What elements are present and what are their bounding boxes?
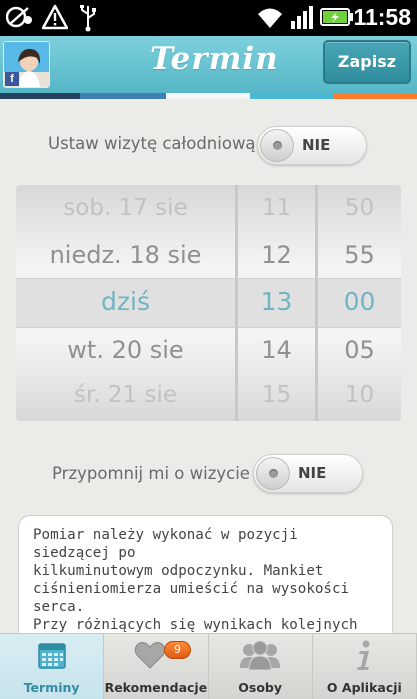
recommendations-count-badge: 9 — [164, 641, 191, 659]
tab-o-aplikacji[interactable]: O Aplikacji — [313, 634, 417, 699]
minute-option[interactable]: 55 — [318, 241, 401, 269]
tab-label: Osoby — [238, 680, 282, 695]
hour-option[interactable]: 14 — [238, 336, 315, 364]
tab-label: Rekomendacje — [104, 680, 208, 695]
usb-icon — [80, 5, 96, 32]
signal-icon — [291, 6, 313, 29]
hour-option[interactable]: 11 — [238, 195, 315, 221]
battery-charging-icon — [320, 8, 353, 26]
appointment-form: Ustaw wizytę całodniową NIE sob. 17 sie … — [0, 99, 417, 651]
notification-icon — [6, 6, 32, 28]
tab-label: Terminy — [23, 680, 80, 695]
info-icon — [357, 640, 370, 670]
note-textarea[interactable]: Pomiar należy wykonać w pozycji siedzące… — [18, 515, 393, 651]
app-title: Termin — [150, 41, 279, 77]
wifi-icon — [258, 8, 282, 28]
reminder-label: Przypomnij mi o wizycie — [52, 464, 250, 483]
tab-osoby[interactable]: Osoby — [209, 634, 313, 699]
selection-band — [16, 278, 401, 328]
people-icon — [240, 640, 281, 670]
date-time-picker[interactable]: sob. 17 sie niedz. 18 sie dziś wt. 20 si… — [16, 185, 401, 421]
all-day-toggle[interactable]: NIE — [257, 126, 367, 165]
all-day-row: Ustaw wizytę całodniową NIE — [0, 126, 417, 166]
toggle-knob-icon — [260, 129, 294, 162]
reminder-toggle-value: NIE — [298, 464, 327, 482]
tab-label: O Aplikacji — [326, 680, 402, 695]
calendar-icon — [37, 643, 66, 669]
header-bar: f Termin Zapisz — [0, 36, 417, 93]
all-day-toggle-value: NIE — [302, 136, 331, 154]
date-option[interactable]: śr. 21 sie — [16, 382, 235, 408]
clock: 11:58 — [353, 4, 411, 30]
facebook-badge: f — [5, 72, 19, 86]
minute-option[interactable]: 50 — [318, 195, 401, 221]
date-option[interactable]: wt. 20 sie — [16, 336, 235, 364]
profile-avatar[interactable]: f — [3, 41, 50, 88]
heart-icon — [134, 642, 165, 669]
save-button[interactable]: Zapisz — [323, 40, 411, 84]
minute-option[interactable]: 10 — [318, 382, 401, 408]
bottom-tab-bar: Terminy Rekomendacje Osoby O Aplikacji 9 — [0, 633, 417, 699]
hour-option[interactable]: 15 — [238, 382, 315, 408]
reminder-toggle[interactable]: NIE — [253, 454, 363, 493]
date-option[interactable]: sob. 17 sie — [16, 195, 235, 221]
tab-rekomendacje[interactable]: Rekomendacje — [104, 634, 209, 699]
date-option[interactable]: niedz. 18 sie — [16, 241, 235, 269]
status-bar: 11:58 — [0, 0, 417, 36]
tab-terminy[interactable]: Terminy — [0, 634, 105, 699]
minute-option[interactable]: 05 — [318, 336, 401, 364]
reminder-row: Przypomnij mi o wizycie NIE — [0, 454, 417, 494]
all-day-label: Ustaw wizytę całodniową — [48, 134, 256, 153]
toggle-knob-icon — [256, 457, 290, 490]
hour-option[interactable]: 12 — [238, 241, 315, 269]
alert-icon — [42, 4, 68, 30]
